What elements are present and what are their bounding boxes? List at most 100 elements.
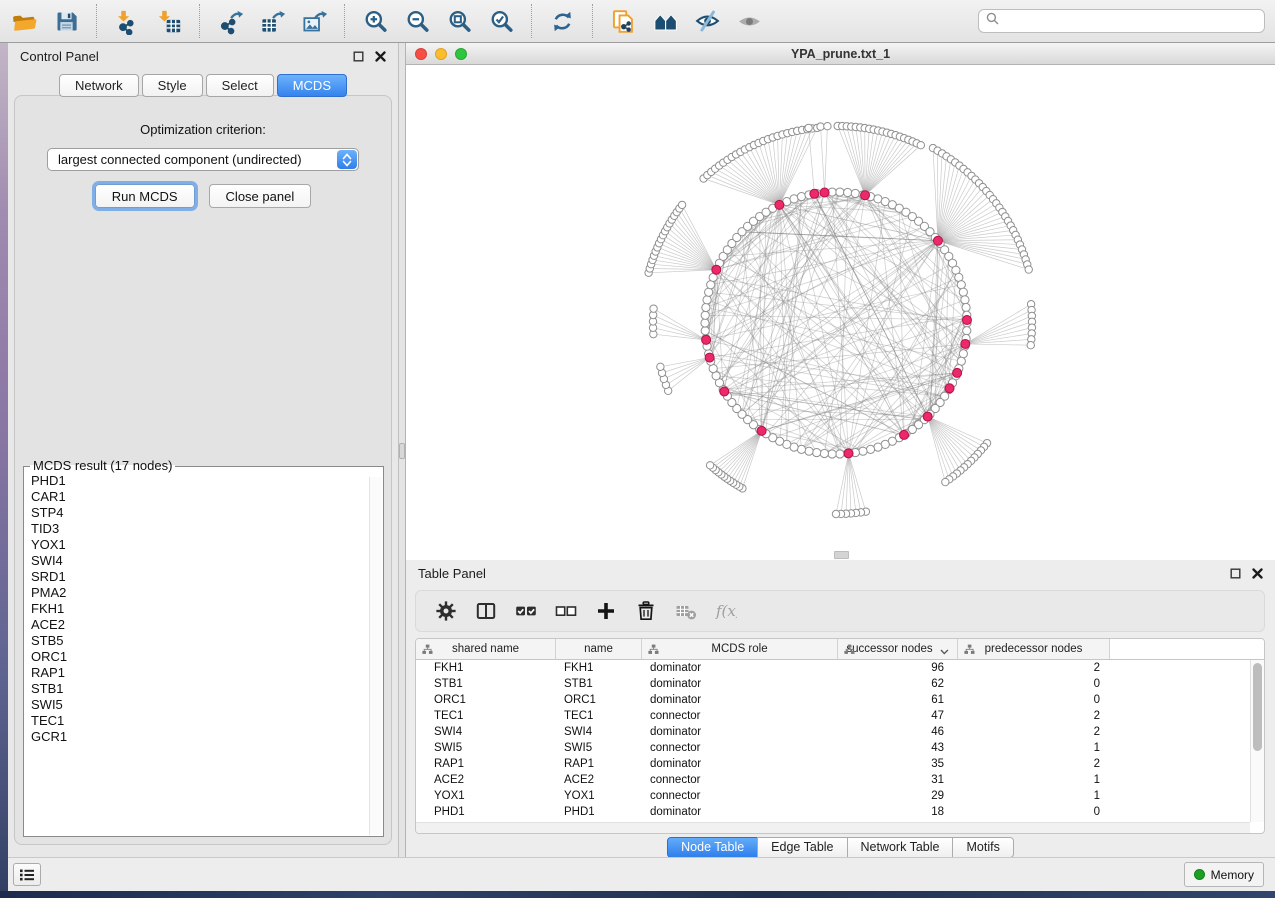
maximize-window-button[interactable] [455,48,467,60]
table-row[interactable]: STB1STB1dominator620 [416,676,1250,692]
desktop-wallpaper-bottom [0,891,1275,898]
float-table-panel-icon[interactable] [1230,568,1241,579]
export-network-icon[interactable] [216,7,244,35]
table-scrollbar-thumb[interactable] [1253,663,1262,751]
table-column-icon [648,644,659,655]
toolbar-separator [199,4,200,38]
tab-select[interactable]: Select [206,74,274,97]
mcds-result-item[interactable]: STP4 [31,505,383,521]
mcds-result-item[interactable]: STB1 [31,681,383,697]
birdseye-view-icon[interactable] [651,7,679,35]
close-window-button[interactable] [415,48,427,60]
mcds-result-item[interactable]: GCR1 [31,729,383,745]
mcds-result-item[interactable]: TID3 [31,521,383,537]
table-row[interactable]: YOX1YOX1connector291 [416,788,1250,804]
close-panel-button[interactable]: Close panel [209,184,312,208]
cell-name: PHD1 [556,806,642,818]
mcds-result-item[interactable]: RAP1 [31,665,383,681]
column-header-MCDS-role[interactable]: MCDS role [642,639,838,659]
search-input[interactable] [1004,14,1257,28]
network-canvas[interactable] [406,65,1275,559]
zoom-selected-icon[interactable] [487,7,515,35]
show-graphics-details-icon[interactable] [735,7,763,35]
status-bar: Memory [8,857,1275,891]
table-row[interactable]: FKH1FKH1dominator962 [416,660,1250,676]
table-row[interactable]: ACE2ACE2connector311 [416,772,1250,788]
minimize-window-button[interactable] [435,48,447,60]
cell-successor-nodes: 31 [838,774,958,786]
column-header-shared-name[interactable]: shared name [416,639,556,659]
zoom-in-icon[interactable] [361,7,389,35]
export-image-icon[interactable] [300,7,328,35]
table-row[interactable]: ORC1ORC1dominator610 [416,692,1250,708]
cell-shared-name: ACE2 [416,774,556,786]
mcds-result-item[interactable]: SWI5 [31,697,383,713]
table-row[interactable]: RAP1RAP1dominator352 [416,756,1250,772]
column-label: MCDS role [711,643,767,655]
column-header-successor-nodes[interactable]: successor nodes [838,639,958,659]
task-history-button[interactable] [13,863,41,886]
table-settings-icon[interactable] [434,600,457,623]
mcds-result-item[interactable]: PMA2 [31,585,383,601]
cell-predecessor-nodes: 2 [958,710,1110,722]
hide-graphics-details-icon[interactable] [693,7,721,35]
panel-splitter[interactable] [398,43,406,857]
run-mcds-button[interactable]: Run MCDS [95,184,195,208]
zoom-out-icon[interactable] [403,7,431,35]
tab-node-table[interactable]: Node Table [667,837,758,858]
mcds-result-item[interactable]: TEC1 [31,713,383,729]
mcds-result-item[interactable]: SWI4 [31,553,383,569]
cell-successor-nodes: 96 [838,662,958,674]
search-icon [986,12,999,30]
mcds-result-item[interactable]: PHD1 [31,473,383,489]
column-header-predecessor-nodes[interactable]: predecessor nodes [958,639,1110,659]
close-table-panel-icon[interactable] [1252,568,1263,579]
mcds-scrollbar-track[interactable] [369,477,382,835]
node-table: shared namename MCDS role successor nodesp… [415,638,1265,834]
float-panel-icon[interactable] [353,51,364,62]
select-all-rows-icon[interactable] [514,600,537,623]
horizontal-splitter-handle[interactable] [834,551,849,559]
mcds-result-item[interactable]: ORC1 [31,649,383,665]
refresh-network-icon[interactable] [548,7,576,35]
mcds-result-item[interactable]: FKH1 [31,601,383,617]
toolbar-separator [592,4,593,38]
memory-button[interactable]: Memory [1184,862,1264,887]
splitter-handle[interactable] [399,443,405,459]
mcds-result-item[interactable]: ACE2 [31,617,383,633]
add-column-icon[interactable] [594,600,617,623]
delete-column-icon[interactable] [634,600,657,623]
tab-style[interactable]: Style [142,74,203,97]
mcds-result-item[interactable]: CAR1 [31,489,383,505]
close-panel-icon[interactable] [375,51,386,62]
table-row[interactable]: SWI5SWI5connector431 [416,740,1250,756]
toggle-split-view-icon[interactable] [474,600,497,623]
cell-successor-nodes: 46 [838,726,958,738]
table-row[interactable]: TEC1TEC1connector472 [416,708,1250,724]
tab-network-table[interactable]: Network Table [847,837,954,858]
tab-motifs[interactable]: Motifs [952,837,1013,858]
table-row[interactable]: PHD1PHD1dominator180 [416,804,1250,820]
optimization-criterion-select[interactable]: largest connected component (undirected) [47,148,359,171]
import-table-icon[interactable] [155,7,183,35]
network-document-icon[interactable] [609,7,637,35]
open-file-icon[interactable] [10,7,38,35]
toolbar-separator [344,4,345,38]
mcds-result-item[interactable]: STB5 [31,633,383,649]
tab-edge-table[interactable]: Edge Table [757,837,847,858]
table-vertical-scrollbar[interactable] [1250,660,1264,822]
import-network-icon[interactable] [113,7,141,35]
deselect-all-rows-icon[interactable] [554,600,577,623]
tab-network[interactable]: Network [59,74,139,97]
cell-shared-name: FKH1 [416,662,556,674]
zoom-fit-icon[interactable] [445,7,473,35]
cell-shared-name: SWI4 [416,726,556,738]
mcds-result-item[interactable]: SRD1 [31,569,383,585]
column-header-name[interactable]: name [556,639,642,659]
save-session-icon[interactable] [52,7,80,35]
tab-mcds[interactable]: MCDS [277,74,347,97]
table-horizontal-scrollbar[interactable] [416,822,1250,833]
table-row[interactable]: SWI4SWI4dominator462 [416,724,1250,740]
export-table-icon[interactable] [258,7,286,35]
mcds-result-item[interactable]: YOX1 [31,537,383,553]
